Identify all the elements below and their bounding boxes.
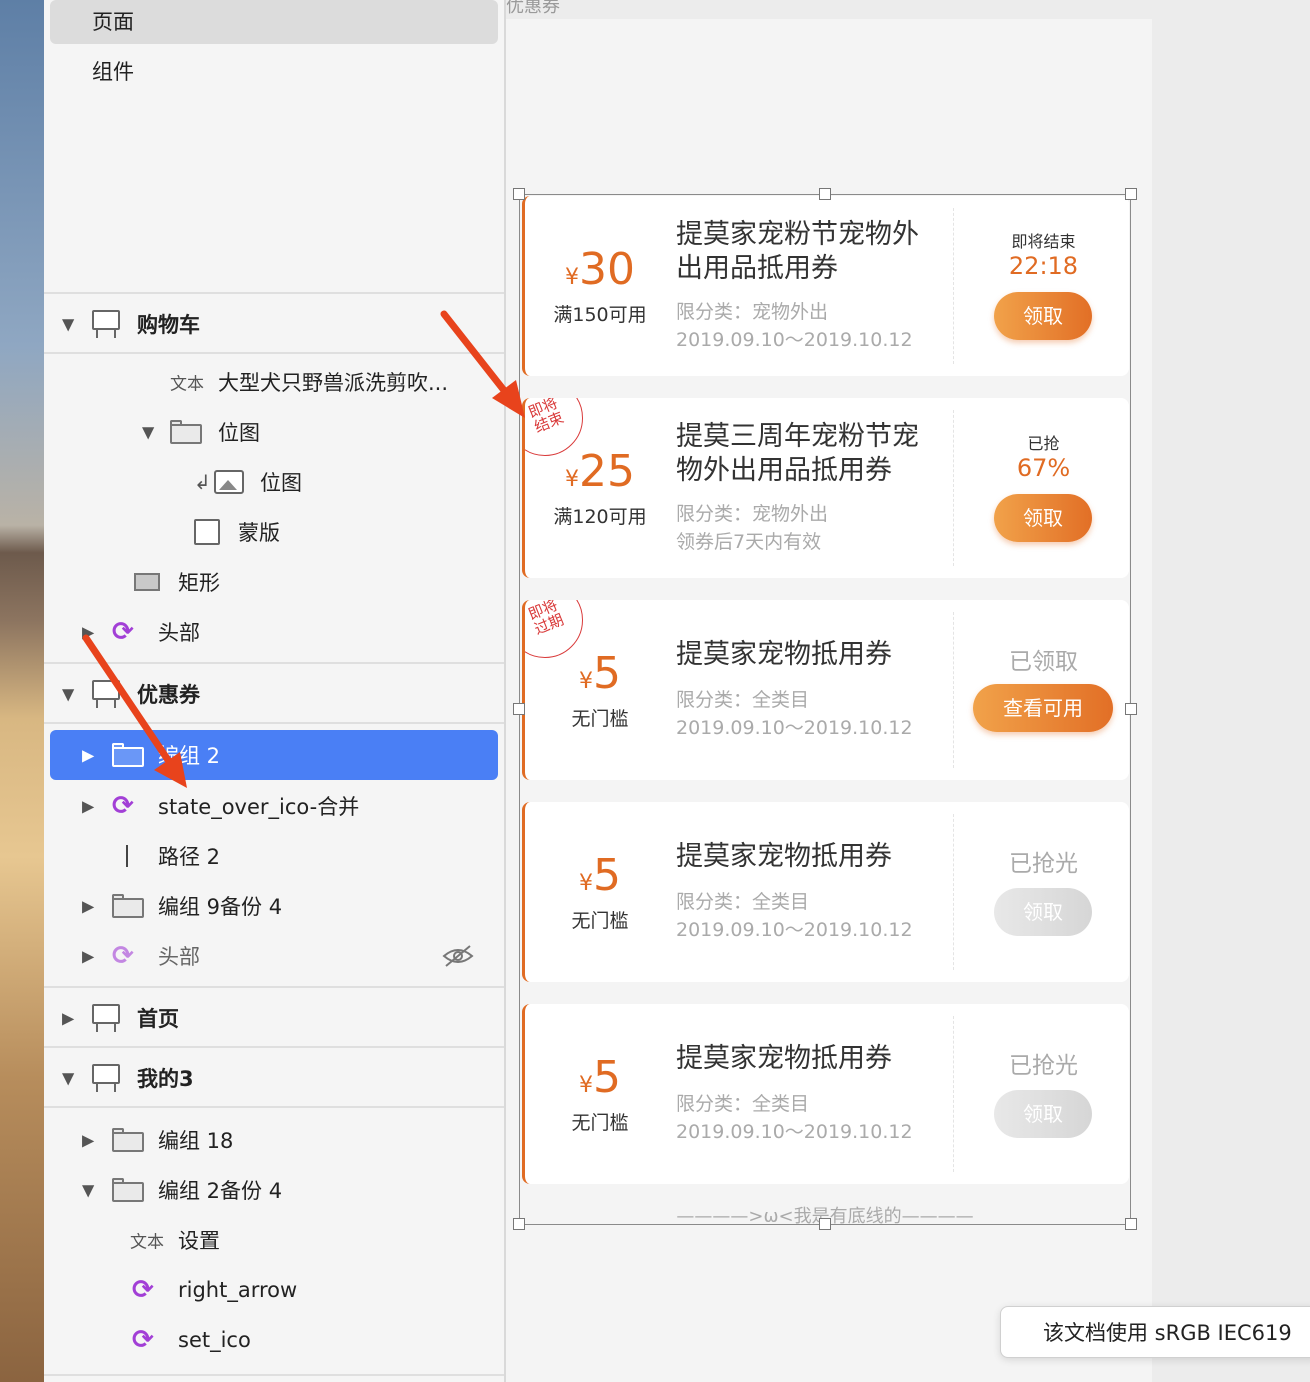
annotation-arrow xyxy=(440,310,525,418)
color-profile-toast[interactable]: 该文档使用 sRGB IEC619 xyxy=(1000,1306,1310,1358)
annotation-arrow xyxy=(82,634,187,788)
annotation-arrows xyxy=(82,310,525,788)
